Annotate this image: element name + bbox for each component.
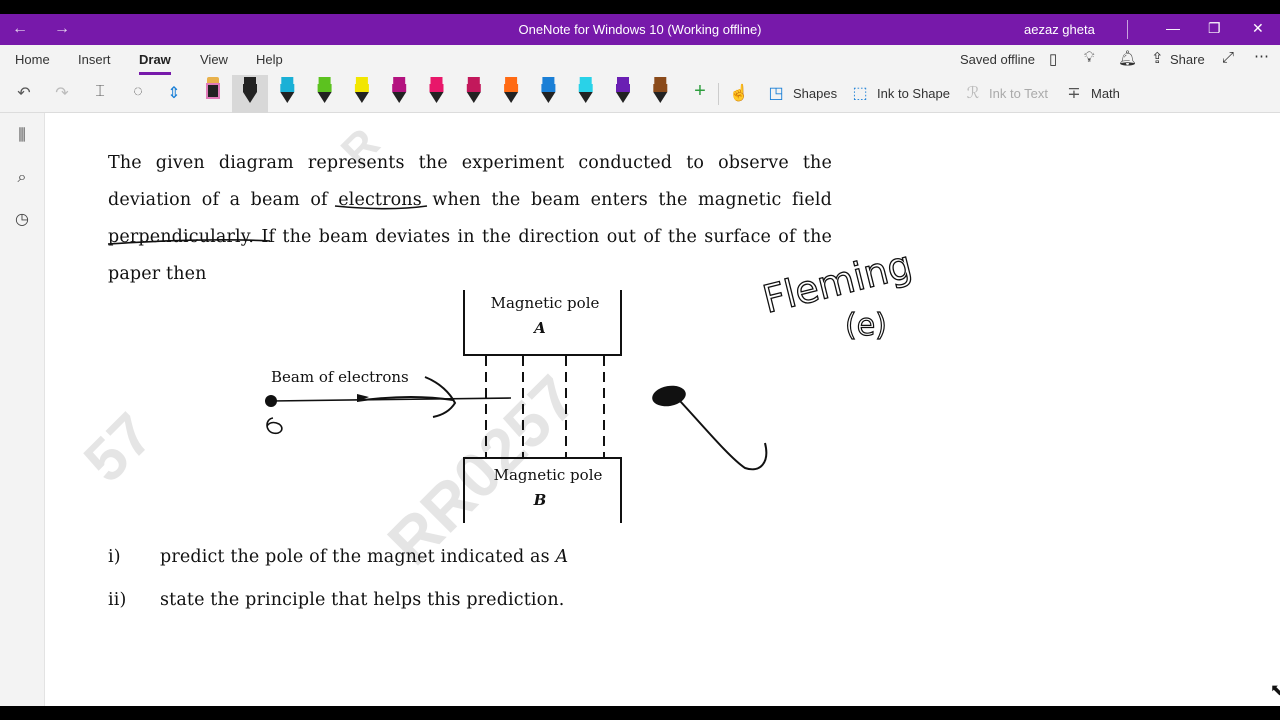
undo-icon[interactable]: ↶ [13,83,35,105]
recent-icon[interactable]: ◷ [12,209,32,229]
title-bar: ← → OneNote for Windows 10 (Working offl… [0,14,1280,45]
title-separator [1127,20,1128,39]
expand-icon[interactable]: ⤢ [1222,49,1234,66]
ink-arc [679,400,768,471]
ink-e-paren: (e) [845,308,887,343]
redo-icon[interactable]: ↷ [51,83,73,105]
sync-status: Saved offline [960,52,1035,67]
close-icon[interactable]: ✕ [1252,20,1264,37]
share-button[interactable]: Share [1170,52,1205,67]
more-icon[interactable]: ⋯ [1254,47,1269,65]
pen-7[interactable] [466,77,481,103]
search-icon[interactable]: ⌕ [12,167,32,187]
pen-12[interactable] [653,77,668,103]
notebooks-icon[interactable]: ⫼ [12,125,32,145]
ink-to-shape-button[interactable]: Ink to Shape [877,86,950,101]
magnet-diagram: Fleming (e) [107,205,917,523]
notebook-icon[interactable]: ▯ [1049,50,1057,68]
underline-perpendicularly [107,238,271,245]
ink-e-symbol [266,417,283,435]
pen-4[interactable] [354,77,369,103]
restore-icon[interactable]: ❐ [1208,20,1221,37]
item-1-text: predict the pole of the magnet indicated… [160,547,569,567]
tab-home[interactable]: Home [15,52,50,67]
pen-1[interactable] [243,77,257,103]
shapes-button[interactable]: Shapes [793,86,837,101]
item-1-number: i) [108,547,121,567]
ink-to-text-button[interactable]: Ink to Text [989,86,1048,101]
ink-to-shape-icon[interactable]: ⬚ [849,83,871,105]
math-icon[interactable]: ∓ [1063,83,1085,105]
pole-b-letter: B [533,491,547,509]
item-2-number: ii) [108,590,127,610]
beam-label: Beam of electrons [271,368,409,386]
pole-b-label: Magnetic pole [493,466,603,484]
navigation-rail: ⫼ ⌕ ◷ [0,113,45,706]
type-select-icon[interactable]: ⌶ [89,83,111,105]
touch-draw-icon[interactable]: ☝ [728,83,750,105]
underline-electrons [334,205,428,210]
pen-3[interactable] [317,77,332,103]
ink-dot [652,385,686,407]
highlighter-pen[interactable] [203,77,223,109]
ink-to-text-icon[interactable]: ℛ [962,83,984,105]
pen-palette[interactable] [236,75,716,113]
tab-view[interactable]: View [200,52,228,67]
pen-11[interactable] [616,77,630,103]
lightbulb-icon[interactable]: 💡︎ [1084,49,1095,66]
share-icon[interactable]: ⇪ [1151,49,1164,67]
lasso-select-icon[interactable]: ◌ [127,83,149,105]
pen-8[interactable] [504,77,519,103]
page-canvas[interactable]: R 57 RR0257 The given diagram represents… [45,113,1280,706]
item-2-text: state the principle that helps this pred… [160,590,565,610]
pen-10[interactable] [578,77,593,103]
pole-a-letter: A [534,319,546,337]
add-pen-icon[interactable]: + [689,80,711,102]
bell-icon[interactable]: 🔔︎ [1118,49,1137,67]
pen-9[interactable] [541,77,556,103]
pen-6[interactable] [429,77,444,103]
pen-5[interactable] [392,77,407,103]
mouse-cursor-icon: ⬉ [1270,680,1280,699]
pole-a-label: Magnetic pole [490,294,600,312]
shapes-icon[interactable]: ◳ [765,83,787,105]
add-space-icon[interactable]: ⇕ [163,83,185,105]
toolbar-separator [718,83,719,105]
math-button[interactable]: Math [1091,86,1120,101]
minimize-icon[interactable]: — [1166,20,1180,36]
tab-help[interactable]: Help [256,52,283,67]
ink-fleming: Fleming [759,242,917,321]
user-name[interactable]: aezaz gheta [1024,22,1095,37]
draw-toolbar: ↶ ↷ ⌶ ◌ ⇕ + ☝ ◳ Shapes ⬚ Ink to Shape ℛ … [0,75,1280,113]
tab-insert[interactable]: Insert [78,52,111,67]
taskbar-edge [0,706,1280,720]
tab-draw[interactable]: Draw [139,52,171,75]
ink-fleming-group: Fleming [758,242,917,323]
pen-2[interactable] [280,77,295,103]
ribbon-tabs: Home Insert Draw View Help Saved offline… [0,45,1280,75]
